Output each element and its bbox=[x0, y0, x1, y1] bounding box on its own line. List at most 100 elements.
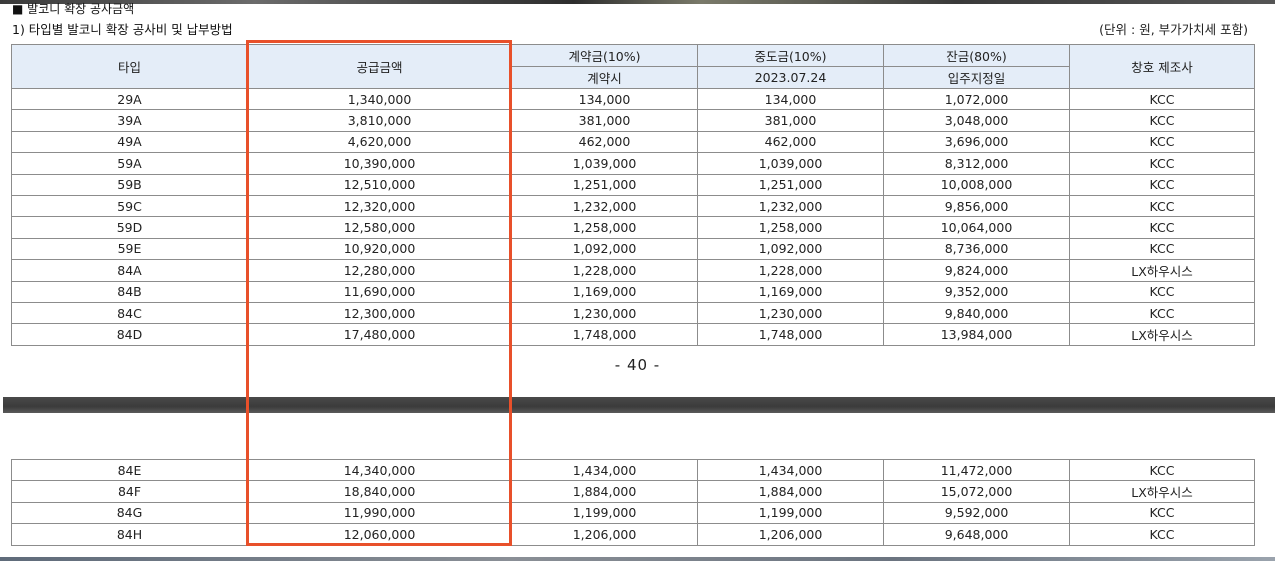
header-window-maker: 창호 제조사 bbox=[1069, 44, 1255, 89]
cell-type: 84C bbox=[11, 301, 248, 325]
cell-balance: 1,072,000 bbox=[883, 87, 1070, 111]
cell-balance: 11,472,000 bbox=[883, 458, 1070, 482]
page-number: - 40 - bbox=[614, 356, 661, 374]
table-row: 39A 3,810,000 381,000 381,000 3,048,000 KCC bbox=[11, 109, 1255, 132]
cell-middle-payment: 1,092,000 bbox=[697, 237, 884, 261]
cell-contract-deposit: 1,092,000 bbox=[511, 237, 698, 261]
cell-middle-payment: 1,251,000 bbox=[697, 173, 884, 196]
cell-balance: 3,048,000 bbox=[883, 109, 1070, 132]
cell-supply-amount: 11,990,000 bbox=[247, 501, 512, 525]
cell-type: 29A bbox=[11, 87, 248, 111]
header-contract-deposit: 계약금(10%) bbox=[511, 44, 698, 67]
cell-contract-deposit: 1,251,000 bbox=[511, 173, 698, 196]
cell-supply-amount: 12,280,000 bbox=[247, 259, 512, 282]
cell-type: 84D bbox=[11, 323, 248, 346]
cell-supply-amount: 12,510,000 bbox=[247, 173, 512, 196]
table-row: 84B 11,690,000 1,169,000 1,169,000 9,352,000… bbox=[11, 280, 1255, 303]
cell-contract-deposit: 1,232,000 bbox=[511, 194, 698, 218]
cell-balance: 3,696,000 bbox=[883, 130, 1070, 154]
header-contract-timing: 계약시 bbox=[511, 66, 698, 89]
cell-type: 84A bbox=[11, 259, 248, 282]
cell-balance: 9,840,000 bbox=[883, 301, 1070, 325]
cell-type: 59C bbox=[11, 194, 248, 218]
cell-type: 84E bbox=[11, 458, 248, 482]
cell-window-maker: LX하우시스 bbox=[1069, 259, 1255, 282]
bottom-image-strip bbox=[0, 557, 1275, 561]
cell-middle-payment: 1,748,000 bbox=[697, 323, 884, 346]
table-row: 84C 12,300,000 1,230,000 1,230,000 9,840,000… bbox=[11, 301, 1255, 325]
cell-window-maker: KCC bbox=[1069, 523, 1255, 546]
table-row: 84G 11,990,000 1,199,000 1,199,000 9,592,000… bbox=[11, 501, 1255, 525]
cell-contract-deposit: 381,000 bbox=[511, 109, 698, 132]
cell-middle-payment: 134,000 bbox=[697, 87, 884, 111]
cell-supply-amount: 14,340,000 bbox=[247, 458, 512, 482]
cell-middle-payment: 1,258,000 bbox=[697, 216, 884, 239]
cell-window-maker: KCC bbox=[1069, 216, 1255, 239]
table-body-page2: 84E 14,340,000 1,434,000 1,434,000 11,472,00… bbox=[11, 458, 1255, 546]
table-row: 29A 1,340,000 134,000 134,000 1,072,000 KCC bbox=[11, 87, 1255, 111]
cell-window-maker: LX하우시스 bbox=[1069, 480, 1255, 503]
table-row: 59E 10,920,000 1,092,000 1,092,000 8,736,000… bbox=[11, 237, 1255, 261]
cell-balance: 8,312,000 bbox=[883, 152, 1070, 175]
unit-note: (단위 : 원, 부가가치세 포함) bbox=[1099, 22, 1248, 37]
cell-middle-payment: 1,169,000 bbox=[697, 280, 884, 303]
cell-contract-deposit: 1,884,000 bbox=[511, 480, 698, 503]
table-row: 49A 4,620,000 462,000 462,000 3,696,000 KCC bbox=[11, 130, 1255, 154]
table-row: 84H 12,060,000 1,206,000 1,206,000 9,648,000… bbox=[11, 523, 1255, 546]
cell-balance: 8,736,000 bbox=[883, 237, 1070, 261]
table-row: 59B 12,510,000 1,251,000 1,251,000 10,008,00… bbox=[11, 173, 1255, 196]
header-balance-timing: 입주지정일 bbox=[883, 66, 1070, 89]
cell-contract-deposit: 1,230,000 bbox=[511, 301, 698, 325]
cell-window-maker: KCC bbox=[1069, 194, 1255, 218]
cell-type: 84H bbox=[11, 523, 248, 546]
cell-contract-deposit: 1,258,000 bbox=[511, 216, 698, 239]
cell-contract-deposit: 1,199,000 bbox=[511, 501, 698, 525]
header-middle-date: 2023.07.24 bbox=[697, 66, 884, 89]
cell-type: 59E bbox=[11, 237, 248, 261]
header-supply-amount: 공급금액 bbox=[247, 44, 512, 89]
table-row: 84D 17,480,000 1,748,000 1,748,000 13,984,00… bbox=[11, 323, 1255, 346]
cell-type: 59D bbox=[11, 216, 248, 239]
cell-contract-deposit: 1,434,000 bbox=[511, 458, 698, 482]
cell-supply-amount: 1,340,000 bbox=[247, 87, 512, 111]
cell-supply-amount: 18,840,000 bbox=[247, 480, 512, 503]
table-row: 84E 14,340,000 1,434,000 1,434,000 11,472,00… bbox=[11, 458, 1255, 482]
cell-window-maker: KCC bbox=[1069, 152, 1255, 175]
header-balance: 잔금(80%) bbox=[883, 44, 1070, 67]
top-image-strip bbox=[0, 0, 1275, 4]
cell-window-maker: KCC bbox=[1069, 280, 1255, 303]
cell-supply-amount: 12,320,000 bbox=[247, 194, 512, 218]
cell-contract-deposit: 1,039,000 bbox=[511, 152, 698, 175]
cell-middle-payment: 1,039,000 bbox=[697, 152, 884, 175]
cell-window-maker: KCC bbox=[1069, 458, 1255, 482]
table-body-page1: 29A 1,340,000 134,000 134,000 1,072,000 KCC 39… bbox=[11, 87, 1255, 346]
table-row: 84F 18,840,000 1,884,000 1,884,000 15,072,00… bbox=[11, 480, 1255, 503]
cell-middle-payment: 1,434,000 bbox=[697, 458, 884, 482]
cell-balance: 10,064,000 bbox=[883, 216, 1070, 239]
cell-type: 84F bbox=[11, 480, 248, 503]
table-row: 59D 12,580,000 1,258,000 1,258,000 10,064,00… bbox=[11, 216, 1255, 239]
balcony-cost-table: 타입 공급금액 계약금(10%) 중도금(10%) 잔금(80%) 창호 제조사… bbox=[11, 44, 1255, 346]
cell-supply-amount: 11,690,000 bbox=[247, 280, 512, 303]
cell-middle-payment: 1,199,000 bbox=[697, 501, 884, 525]
cell-balance: 9,648,000 bbox=[883, 523, 1070, 546]
cell-supply-amount: 12,060,000 bbox=[247, 523, 512, 546]
cell-balance: 15,072,000 bbox=[883, 480, 1070, 503]
cell-type: 84G bbox=[11, 501, 248, 525]
balcony-cost-table-continued: 84E 14,340,000 1,434,000 1,434,000 11,472,00… bbox=[11, 458, 1255, 546]
cell-contract-deposit: 134,000 bbox=[511, 87, 698, 111]
cell-contract-deposit: 1,228,000 bbox=[511, 259, 698, 282]
cell-type: 84B bbox=[11, 280, 248, 303]
header-middle-payment: 중도금(10%) bbox=[697, 44, 884, 67]
cell-middle-payment: 1,206,000 bbox=[697, 523, 884, 546]
cell-window-maker: KCC bbox=[1069, 173, 1255, 196]
cell-middle-payment: 1,884,000 bbox=[697, 480, 884, 503]
cell-middle-payment: 1,228,000 bbox=[697, 259, 884, 282]
cell-supply-amount: 10,920,000 bbox=[247, 237, 512, 261]
cell-contract-deposit: 1,748,000 bbox=[511, 323, 698, 346]
cell-window-maker: KCC bbox=[1069, 301, 1255, 325]
cell-balance: 10,008,000 bbox=[883, 173, 1070, 196]
cell-window-maker: KCC bbox=[1069, 87, 1255, 111]
cell-window-maker: KCC bbox=[1069, 109, 1255, 132]
header-type: 타입 bbox=[11, 44, 248, 89]
